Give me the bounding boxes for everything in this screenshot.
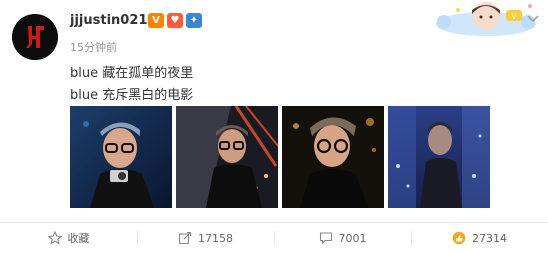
chevron-down-icon[interactable]: [527, 15, 539, 25]
username[interactable]: jjjustin0219: [70, 13, 156, 28]
photo-thumbnail[interactable]: [70, 106, 172, 208]
photo-thumbnail[interactable]: [282, 106, 384, 208]
vip-badge[interactable]: ✦: [186, 13, 202, 28]
collect-label: 收藏: [67, 232, 90, 245]
action-bar: 收藏 17158 7001 27314: [0, 222, 548, 253]
comment-count: 7001: [338, 231, 367, 245]
comment-icon: [319, 232, 332, 245]
fan-badge[interactable]: ♥: [167, 13, 183, 28]
badge-group: V ♥ ✦: [148, 13, 202, 28]
avatar[interactable]: [12, 14, 58, 60]
photo-grid: [70, 106, 490, 208]
like-icon: [452, 231, 466, 245]
card-decoration-icon: V: [436, 2, 536, 36]
verified-badge[interactable]: V: [148, 13, 164, 28]
star-icon: [47, 231, 62, 245]
repost-button[interactable]: 17158: [137, 223, 274, 253]
post-text-line: blue 藏在孤单的夜里: [70, 66, 194, 81]
repost-count: 17158: [198, 231, 233, 245]
collect-button[interactable]: 收藏: [0, 223, 137, 253]
repost-icon: [178, 231, 192, 245]
avatar-logo-icon: [12, 14, 58, 60]
like-count: 27314: [472, 231, 507, 245]
post-timestamp[interactable]: 15分钟前: [70, 39, 117, 55]
photo-thumbnail[interactable]: [388, 106, 490, 208]
post-text-line: blue 充斥黑白的电影: [70, 88, 194, 103]
weibo-post-card: jjjustin0219 V ♥ ✦ 15分钟前 V blue 藏在孤单的夜里 …: [0, 0, 548, 252]
svg-text:V: V: [511, 12, 517, 21]
like-button[interactable]: 27314: [411, 223, 548, 253]
photo-thumbnail[interactable]: [176, 106, 278, 208]
comment-button[interactable]: 7001: [274, 223, 411, 253]
